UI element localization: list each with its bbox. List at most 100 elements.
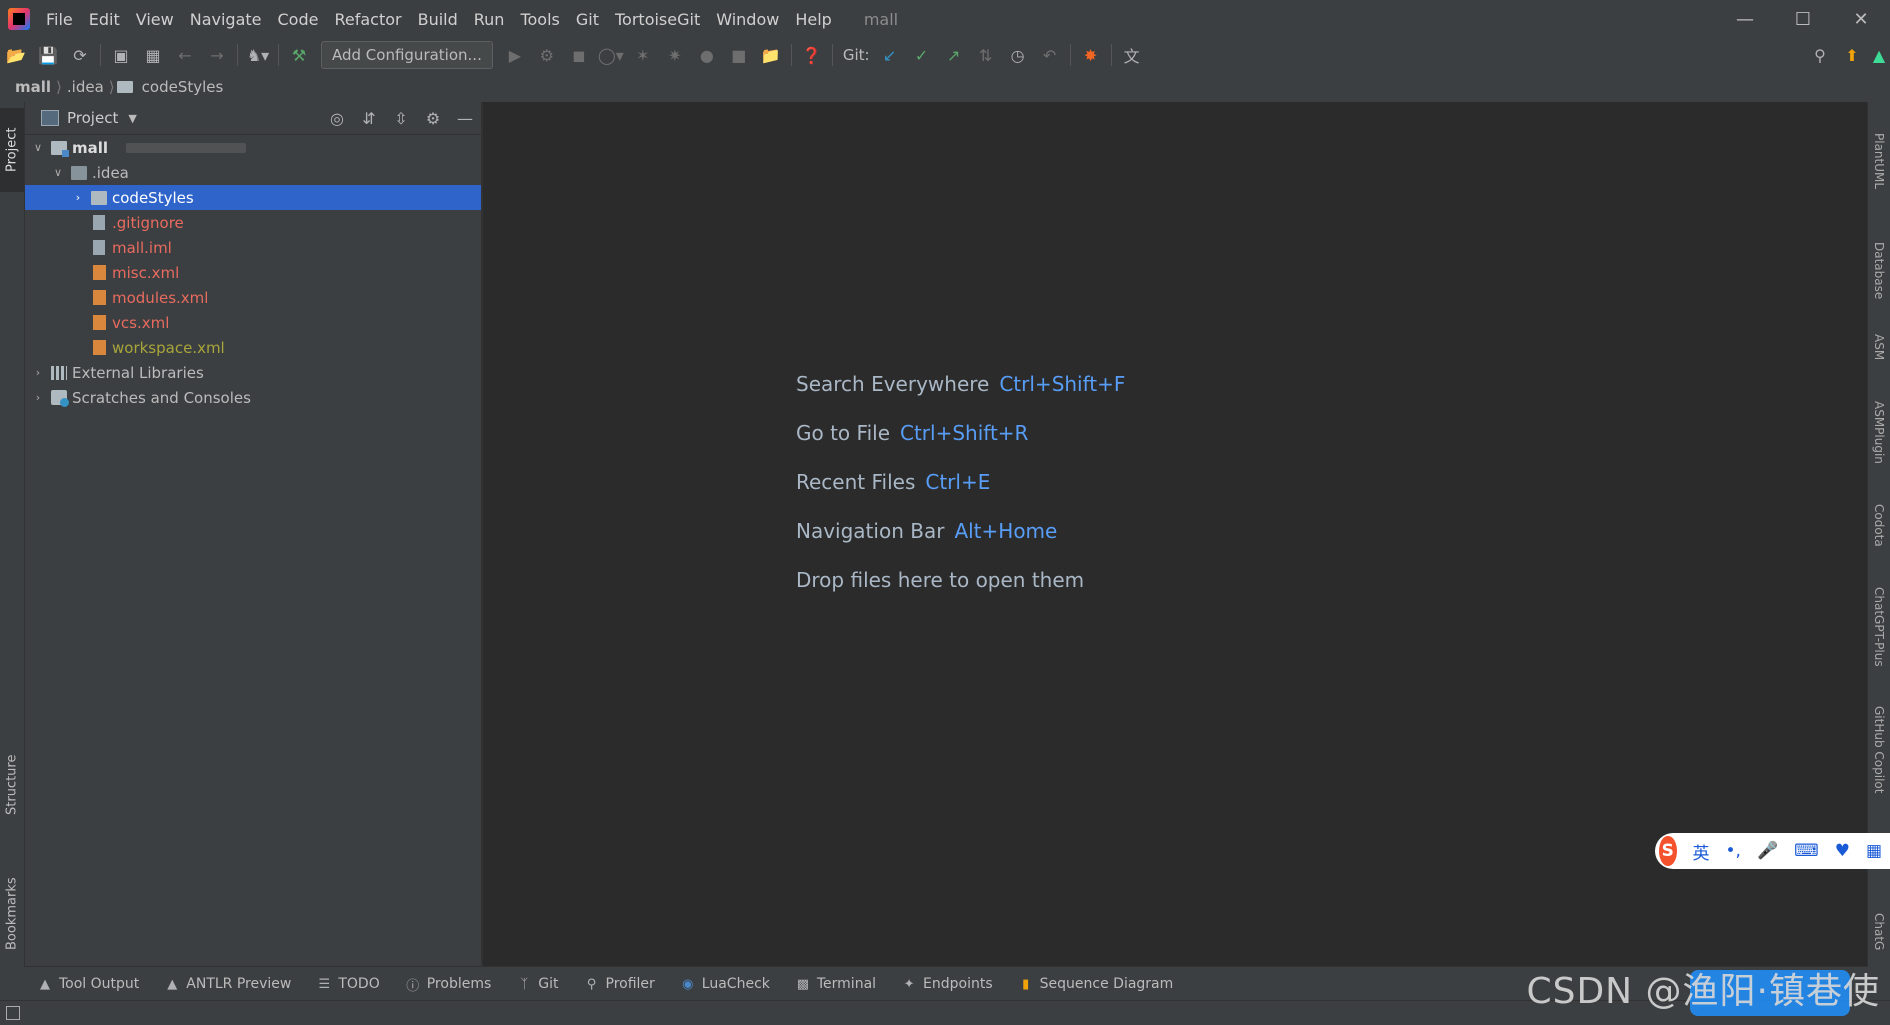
skin-icon[interactable]: ♥	[1835, 841, 1850, 861]
maximize-icon[interactable]: ☐	[1774, 0, 1832, 38]
tab-profiler[interactable]: ⚲ Profiler	[571, 967, 667, 1001]
menu-git[interactable]: Git	[568, 10, 607, 29]
git-push-icon[interactable]: ↗	[938, 41, 970, 69]
breadcrumb-idea[interactable]: .idea	[64, 78, 107, 96]
project-tool-tab[interactable]: Project	[0, 108, 24, 192]
tree-row-vcs-xml[interactable]: vcs.xml	[25, 310, 481, 335]
menu-code[interactable]: Code	[270, 10, 327, 29]
coverage-icon[interactable]: ◼	[563, 41, 595, 69]
search-icon[interactable]: ⚲	[1804, 41, 1836, 69]
asmplugin-tool-tab[interactable]: ASMPlugin	[1868, 387, 1890, 477]
tree-row-mall[interactable]: ∨ mall	[25, 135, 481, 160]
menu-navigate[interactable]: Navigate	[182, 10, 270, 29]
attach-debugger-icon[interactable]: ✶	[627, 41, 659, 69]
tab-todo[interactable]: ☰ TODO	[303, 967, 391, 1001]
forward-arrow-icon[interactable]: →	[201, 41, 233, 69]
tree-row-mall-iml[interactable]: mall.iml	[25, 235, 481, 260]
grid-menu-icon[interactable]: ▦	[1866, 841, 1882, 861]
tab-git[interactable]: ᛉ Git	[503, 967, 570, 1001]
tree-row-workspace-xml[interactable]: workspace.xml	[25, 335, 481, 360]
menu-tortoisegit[interactable]: TortoiseGit	[607, 10, 708, 29]
asm-tool-tab[interactable]: ASM	[1868, 327, 1890, 367]
debug-icon[interactable]: ⚙	[531, 41, 563, 69]
expand-arrow-icon[interactable]: ∨	[51, 166, 65, 179]
tree-row-modules-xml[interactable]: modules.xml	[25, 285, 481, 310]
panel-splitter[interactable]	[481, 102, 483, 966]
microphone-icon[interactable]: 🎤	[1757, 841, 1778, 861]
breadcrumb-mall[interactable]: mall	[12, 78, 54, 96]
update-help-icon[interactable]: ❓	[796, 41, 828, 69]
bookmarks-tool-tab[interactable]: Bookmarks	[0, 864, 24, 964]
plantuml-tool-tab[interactable]: PlantUML	[1868, 116, 1890, 206]
jetbrains-toolbox-icon[interactable]: ▲	[1868, 41, 1890, 69]
menu-help[interactable]: Help	[787, 10, 839, 29]
profile-dropdown-icon[interactable]: ◯▾	[595, 41, 627, 69]
menu-window[interactable]: Window	[708, 10, 787, 29]
tab-luacheck[interactable]: ◉ LuaCheck	[667, 967, 782, 1001]
sync-icon[interactable]: ⟳	[64, 41, 96, 69]
tree-row-scratches[interactable]: › Scratches and Consoles	[25, 385, 481, 410]
tree-row-codestyles[interactable]: › codeStyles	[25, 185, 481, 210]
record-icon[interactable]: ●	[691, 41, 723, 69]
close-icon[interactable]: ✕	[1832, 0, 1890, 38]
menu-view[interactable]: View	[128, 10, 182, 29]
keyboard-icon[interactable]: ⌨	[1794, 841, 1819, 861]
ime-language-toggle[interactable]: 英	[1693, 839, 1710, 864]
menu-refactor[interactable]: Refactor	[326, 10, 409, 29]
codota-tool-tab[interactable]: Codota	[1868, 490, 1890, 560]
tree-row-external-libraries[interactable]: › External Libraries	[25, 360, 481, 385]
structure-tool-tab[interactable]: Structure	[0, 740, 24, 830]
run-icon[interactable]: ▶	[499, 41, 531, 69]
open-folder-icon[interactable]: 📂	[0, 41, 32, 69]
menu-build[interactable]: Build	[410, 10, 466, 29]
hide-panel-icon[interactable]: —	[449, 103, 481, 133]
tab-tool-output[interactable]: ▲ Tool Output	[24, 967, 151, 1001]
chatg-tool-tab[interactable]: ChatG	[1868, 902, 1890, 962]
tree-row-misc-xml[interactable]: misc.xml	[25, 260, 481, 285]
database-tool-tab[interactable]: Database	[1868, 226, 1890, 316]
tab-antlr-preview[interactable]: ▲ ANTLR Preview	[151, 967, 303, 1001]
menu-tools[interactable]: Tools	[512, 10, 567, 29]
chatgpt-plus-tool-tab[interactable]: ChatGPT-Plus	[1868, 572, 1890, 682]
hotswap-icon[interactable]: ✷	[659, 41, 691, 69]
locate-file-icon[interactable]: ◎	[321, 103, 353, 133]
collapse-all-icon[interactable]: ⇳	[385, 103, 417, 133]
project-structure-icon[interactable]: ▣	[105, 41, 137, 69]
collapsed-arrow-icon[interactable]: ›	[31, 366, 45, 379]
tree-row-gitignore[interactable]: .gitignore	[25, 210, 481, 235]
minimize-icon[interactable]: —	[1716, 0, 1774, 38]
build-hammer-icon[interactable]: ⚒	[283, 41, 315, 69]
git-update-icon[interactable]: ↙	[874, 41, 906, 69]
toggle-tool-windows-icon[interactable]	[6, 1006, 20, 1020]
collapsed-arrow-icon[interactable]: ›	[71, 191, 85, 204]
save-icon[interactable]: 💾	[32, 41, 64, 69]
back-arrow-icon[interactable]: ←	[169, 41, 201, 69]
git-history-icon[interactable]: ◷	[1002, 41, 1034, 69]
tab-sequence-diagram[interactable]: ▮ Sequence Diagram	[1005, 967, 1186, 1001]
tree-row-idea[interactable]: ∨ .idea	[25, 160, 481, 185]
git-compare-icon[interactable]: ⇅	[970, 41, 1002, 69]
expand-arrow-icon[interactable]: ∨	[31, 141, 45, 154]
update-available-icon[interactable]: ⬆	[1836, 41, 1868, 69]
chevron-down-icon[interactable]: ▼	[128, 112, 136, 125]
tab-problems[interactable]: ⓘ Problems	[392, 967, 504, 1001]
menu-run[interactable]: Run	[466, 10, 513, 29]
user-dropdown-icon[interactable]: ♞▾	[242, 41, 274, 69]
tab-terminal[interactable]: ▩ Terminal	[782, 967, 888, 1001]
sogou-logo-icon[interactable]: S	[1659, 836, 1677, 866]
expand-all-icon[interactable]: ⇵	[353, 103, 385, 133]
menu-file[interactable]: File	[38, 10, 81, 29]
git-rollback-icon[interactable]: ↶	[1034, 41, 1066, 69]
intellij-logo-icon[interactable]	[8, 8, 30, 30]
menu-edit[interactable]: Edit	[81, 10, 128, 29]
git-commit-icon[interactable]: ✓	[906, 41, 938, 69]
add-configuration-button[interactable]: Add Configuration...	[321, 41, 493, 69]
stop-icon[interactable]: ■	[723, 41, 755, 69]
plugin-icon[interactable]: ✸	[1075, 41, 1107, 69]
breadcrumb-codestyles[interactable]: codeStyles	[139, 78, 227, 96]
ime-punctuation-toggle[interactable]: •,	[1726, 841, 1741, 861]
project-folder-icon[interactable]: ▦	[137, 41, 169, 69]
translate-icon[interactable]: 文	[1116, 41, 1148, 69]
gear-icon[interactable]: ⚙	[417, 103, 449, 133]
collapsed-arrow-icon[interactable]: ›	[31, 391, 45, 404]
